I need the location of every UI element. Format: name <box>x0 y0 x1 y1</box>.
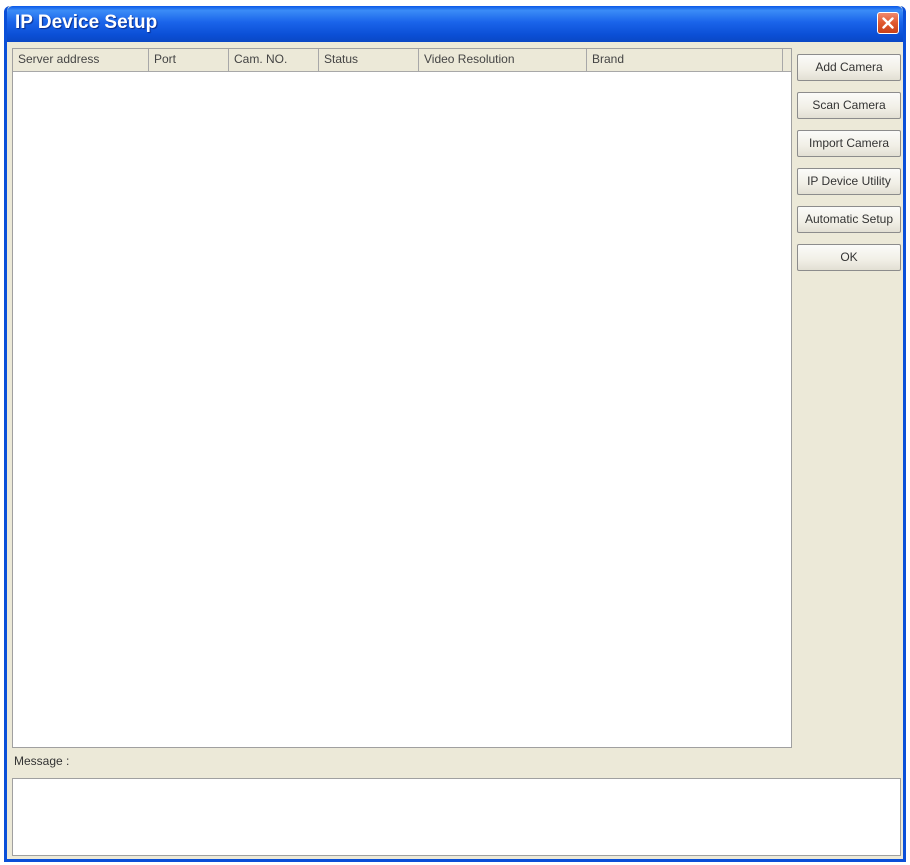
ip-device-utility-button[interactable]: IP Device Utility <box>797 168 901 195</box>
title-bar[interactable]: IP Device Setup <box>7 6 903 42</box>
column-header-server-address[interactable]: Server address <box>13 49 149 71</box>
scan-camera-button[interactable]: Scan Camera <box>797 92 901 119</box>
column-header-cam-no[interactable]: Cam. NO. <box>229 49 319 71</box>
column-header-brand[interactable]: Brand <box>587 49 783 71</box>
window-title: IP Device Setup <box>15 12 158 33</box>
message-box <box>12 778 901 856</box>
close-button[interactable] <box>877 12 899 34</box>
column-header-port[interactable]: Port <box>149 49 229 71</box>
automatic-setup-button[interactable]: Automatic Setup <box>797 206 901 233</box>
ip-device-setup-window: IP Device Setup Server address Port Cam.… <box>4 6 906 862</box>
action-buttons: Add Camera Scan Camera Import Camera IP … <box>797 54 903 282</box>
column-header-status[interactable]: Status <box>319 49 419 71</box>
add-camera-button[interactable]: Add Camera <box>797 54 901 81</box>
column-header-video-resolution[interactable]: Video Resolution <box>419 49 587 71</box>
message-label: Message : <box>14 754 70 768</box>
camera-list-header: Server address Port Cam. NO. Status Vide… <box>13 49 791 72</box>
close-icon <box>882 17 894 29</box>
import-camera-button[interactable]: Import Camera <box>797 130 901 157</box>
camera-list-body[interactable] <box>13 72 791 747</box>
ok-button[interactable]: OK <box>797 244 901 271</box>
camera-list[interactable]: Server address Port Cam. NO. Status Vide… <box>12 48 792 748</box>
